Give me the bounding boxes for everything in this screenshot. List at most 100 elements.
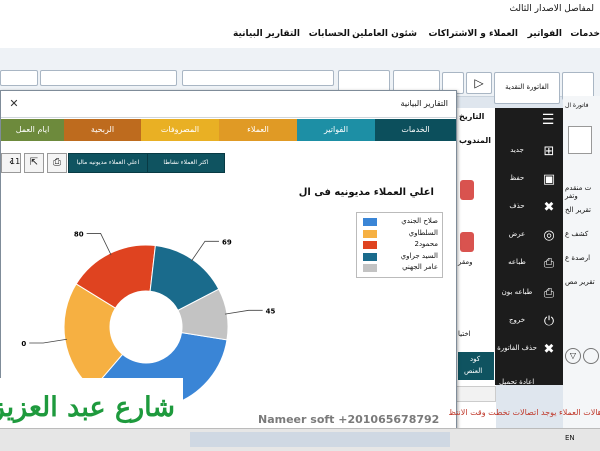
- tab-work-days[interactable]: ايام العمل: [1, 119, 64, 141]
- legend-item: محمود2: [361, 240, 438, 251]
- side-item-7[interactable]: حذف الفاتورة ✖: [495, 336, 563, 364]
- reports-tabs: الربحية المصروفات العملاء الفواتير الخدم…: [64, 119, 456, 141]
- side-item-label: حذف: [509, 202, 525, 210]
- cash-invoice-label: الفاتورة النقدية: [505, 83, 549, 91]
- side-item-8[interactable]: اعادة تحميل: [495, 362, 563, 390]
- export-icon[interactable]: ⇱: [24, 153, 44, 173]
- power-icon: ⏻: [543, 314, 555, 329]
- data-label: 80: [74, 230, 84, 238]
- data-label: 45: [266, 307, 276, 315]
- menu-item-reports[interactable]: التقارير البيانية: [233, 29, 300, 39]
- ribbon-field[interactable]: [0, 70, 38, 86]
- side-item-label: طباعه: [508, 258, 526, 266]
- side-item-4[interactable]: طباعه ⎙: [495, 250, 563, 278]
- nav-circle-icon[interactable]: [583, 348, 599, 364]
- watermark-text: شارع عبد العزيز: [0, 392, 175, 423]
- code-column-header: كود العنص: [458, 352, 494, 380]
- side-item-2[interactable]: حذف ✖: [495, 194, 563, 222]
- print-receipt-icon: ⎙: [543, 286, 555, 301]
- plus-icon: ⊞: [543, 144, 555, 159]
- nav-down-icon[interactable]: ▽: [565, 348, 581, 364]
- menu-item-customers[interactable]: العملاء و الاشتراكات: [428, 29, 518, 39]
- side-item-3[interactable]: عرض ◎: [495, 222, 563, 250]
- side-item-label: اعادة تحميل: [499, 378, 535, 386]
- page-number: 11: [10, 157, 21, 166]
- status-alert: هالات العملاء يوجد اتصالات تخطت وقت الان…: [448, 408, 600, 417]
- data-label: 100: [21, 340, 26, 348]
- main-menu-bar: خدمات الفواتير العملاء و الاشتراكات شئون…: [0, 22, 600, 49]
- taskbar-window[interactable]: [190, 432, 450, 447]
- report-link-1[interactable]: ت منقدم وتفر: [565, 184, 600, 200]
- other-label: ومقر: [458, 258, 473, 266]
- close-icon[interactable]: ✕: [5, 96, 23, 112]
- agent-label: المندوب: [459, 136, 492, 145]
- side-item-6[interactable]: خروج ⏻: [495, 308, 563, 336]
- app-title: لمفاصل الاصدار الثالث: [509, 4, 594, 14]
- legend-item: السلطاوي: [361, 229, 438, 240]
- cash-invoice-button[interactable]: الفاتورة النقدية: [494, 72, 560, 104]
- legend-swatch: [363, 252, 377, 261]
- tab-invoices[interactable]: الفواتير: [297, 119, 375, 141]
- tab-services[interactable]: الخدمات: [375, 119, 456, 141]
- tab-customers[interactable]: العملاء: [219, 119, 297, 141]
- item-image-icon: [460, 180, 474, 200]
- side-action-panel: ☰ جديد ⊞ حفظ ▣ حذف ✖ عرض ◎ طباعه ⎙ طباعه بون ⎙ خروج ⏻…: [495, 108, 563, 386]
- report-link-2[interactable]: تقرير الخ: [565, 206, 591, 214]
- label-leader-line: [191, 240, 219, 262]
- legend-item: عامر الجهني: [361, 263, 438, 274]
- side-item-1[interactable]: حفظ ▣: [495, 166, 563, 194]
- legend-item: صلاح الجندي: [361, 217, 438, 228]
- menu-item-services[interactable]: خدمات: [570, 29, 600, 39]
- side-item-label: حذف الفاتورة: [497, 344, 537, 352]
- item-image-icon: [460, 232, 474, 252]
- reload-button[interactable]: [456, 386, 496, 402]
- report-link-3[interactable]: كشف ع: [565, 230, 588, 238]
- report-link-5[interactable]: تقرير مص: [565, 278, 595, 286]
- data-label: 69: [222, 238, 232, 246]
- reports-window-titlebar: التقارير البيانية ✕: [1, 91, 456, 118]
- menu-item-invoices[interactable]: الفواتير: [528, 29, 562, 39]
- top-debt-customers-button[interactable]: اعلي العملاء مديونيه ماليا: [68, 153, 148, 173]
- legend-label: عامر الجهني: [402, 263, 438, 271]
- side-item-label: عرض: [508, 230, 526, 238]
- legend-label: صلاح الجندي: [401, 217, 438, 225]
- invoice-sheet-icon[interactable]: [568, 126, 592, 154]
- legend-label: السلطاوي: [408, 228, 438, 237]
- menu-item-accounts[interactable]: الحسابات: [309, 29, 350, 39]
- legend-swatch: [363, 264, 377, 272]
- date-label: التاريخ: [459, 112, 485, 121]
- legend-swatch: [363, 218, 377, 226]
- label-leader-line: [86, 233, 112, 256]
- language-indicator[interactable]: EN: [565, 434, 575, 442]
- print-icon: ⎙: [543, 256, 555, 271]
- ribbon-field[interactable]: [182, 70, 334, 86]
- delete-invoice-icon: ✖: [543, 342, 555, 357]
- choose-label: اختيا: [458, 330, 471, 338]
- side-item-label: جديد: [510, 146, 524, 154]
- side-item-0[interactable]: جديد ⊞: [495, 138, 563, 166]
- code-label: كود: [470, 355, 481, 363]
- legend-swatch: [363, 241, 377, 249]
- legend-label: محمود2: [414, 240, 438, 248]
- report-link-4[interactable]: ارصدة ع: [565, 254, 590, 262]
- item-label: العنص: [464, 367, 483, 375]
- side-item-5[interactable]: طباعه بون ⎙: [495, 280, 563, 308]
- chart-title: اعلي العملاء مديونيه فى ال: [298, 187, 434, 198]
- side-item-label: طباعه بون: [501, 288, 533, 296]
- next-page-icon[interactable]: ▷: [466, 72, 492, 94]
- ribbon-field[interactable]: [40, 70, 177, 86]
- legend-swatch: [363, 229, 377, 238]
- reports-window-title: التقارير البيانية: [400, 99, 448, 108]
- close-icon: ✖: [543, 200, 555, 215]
- vendor-contact: Nameer soft +201065678792: [258, 413, 440, 426]
- tab-expenses[interactable]: المصروفات: [141, 119, 219, 141]
- chart-legend: صلاح الجندي السلطاوي محمود2 السيد جراوي عامر…: [356, 212, 443, 278]
- most-active-customers-button[interactable]: اكثر العملاء نشاطا: [147, 153, 225, 173]
- menu-item-employees[interactable]: شئون العاملين: [352, 29, 417, 39]
- tab-profit[interactable]: الربحية: [64, 119, 141, 141]
- print-icon[interactable]: ⎙: [47, 153, 67, 173]
- legend-label: السيد جراوي: [400, 251, 438, 260]
- hamburger-icon[interactable]: ☰: [539, 112, 557, 128]
- side-item-label: حفظ: [509, 174, 525, 182]
- view-icon: ◎: [543, 228, 555, 243]
